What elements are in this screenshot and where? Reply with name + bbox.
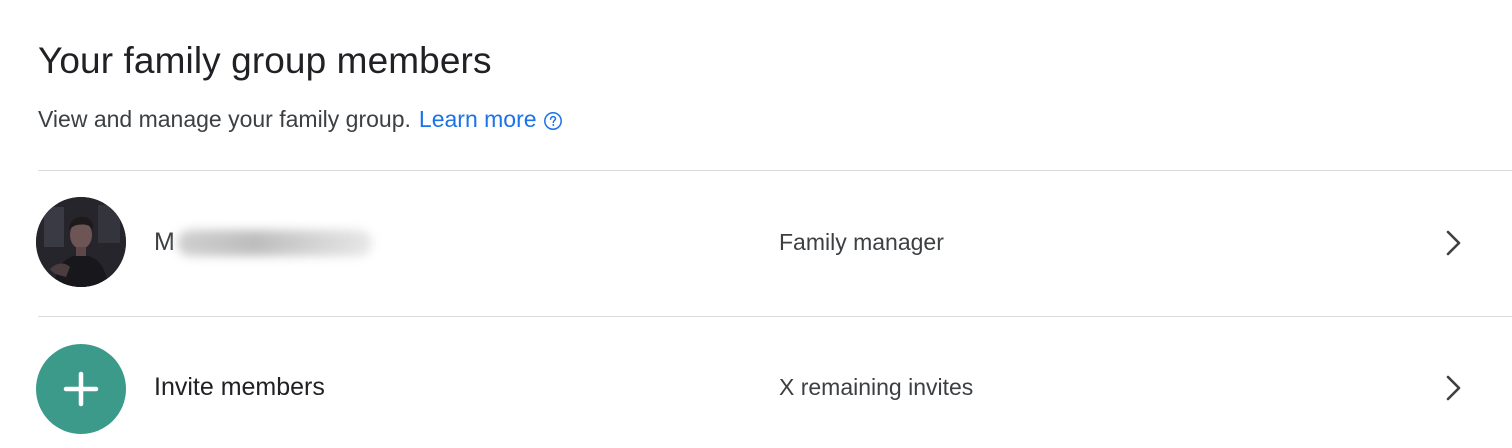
family-group-page: Your family group members View and manag… [0,0,1512,448]
member-avatar [36,197,126,287]
plus-icon [63,371,99,407]
member-role: Family manager [779,229,944,255]
member-name: M [154,228,372,257]
page-title: Your family group members [38,40,492,81]
chevron-right-icon[interactable] [1440,228,1466,258]
description-text: View and manage your family group. [38,106,411,132]
remaining-invites-text: X remaining invites [779,374,974,400]
learn-more-link[interactable]: Learn more [419,106,537,133]
invite-members-label: Invite members [154,373,325,401]
member-name-initial: M [154,228,175,256]
chevron-right-icon[interactable] [1440,373,1466,403]
invite-plus-avatar[interactable] [36,344,126,434]
redacted-name-blur [176,230,372,257]
page-description: View and manage your family group. Learn… [38,106,563,133]
help-circle-icon[interactable] [543,110,563,130]
